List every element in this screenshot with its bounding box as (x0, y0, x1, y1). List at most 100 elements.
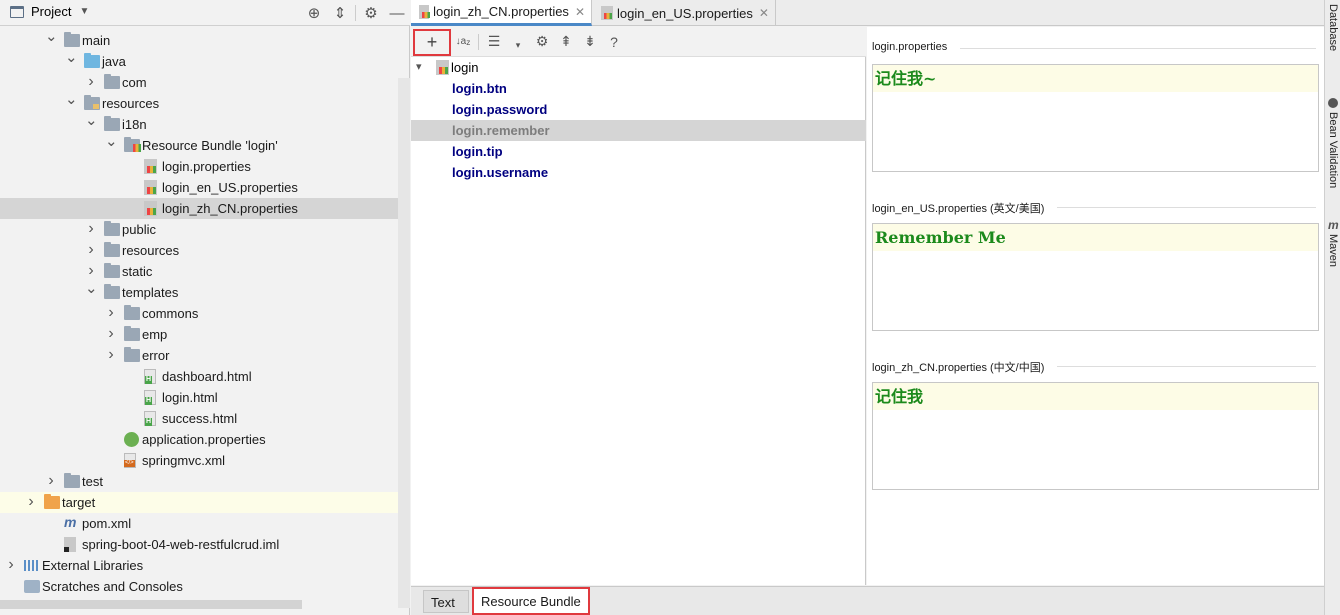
group-by-prefix-icon[interactable]: ☰ (482, 31, 506, 53)
tree-item[interactable]: login.properties (0, 156, 398, 177)
tree-item[interactable]: login_zh_CN.properties (0, 198, 398, 219)
database-tool-tab[interactable]: Database (1327, 4, 1339, 51)
bundle-root[interactable]: ▾ login (411, 57, 866, 78)
tree-item-label: Scratches and Consoles (42, 579, 183, 594)
project-tree: ⌄ main ⌄ java › com ⌄ resources ⌄ i18n ⌄ Resource B… (0, 29, 410, 605)
dropdown-arrow-icon[interactable]: ▾ (506, 31, 530, 53)
add-property-button[interactable]: + (413, 29, 451, 56)
tree-item[interactable]: › com (0, 72, 398, 93)
tab-text[interactable]: Text (423, 590, 469, 613)
libraries-icon (24, 560, 40, 571)
tree-item[interactable]: › target (0, 492, 410, 513)
project-view-selector[interactable]: Project ▼ (10, 4, 89, 19)
bean-validation-tool-tab[interactable]: Bean Validation (1327, 112, 1339, 188)
chevron-down-icon[interactable]: ⌄ (65, 50, 78, 72)
iml-file-icon (64, 537, 76, 552)
tree-item-label: External Libraries (42, 558, 144, 573)
xml-file-icon (124, 453, 136, 468)
tree-item[interactable]: ⌄ Resource Bundle 'login' (0, 134, 398, 156)
vertical-scrollbar[interactable] (398, 78, 410, 608)
chevron-down-icon[interactable]: ⌄ (105, 134, 118, 156)
folder-icon (124, 305, 140, 320)
chevron-right-icon[interactable]: › (105, 324, 117, 345)
horizontal-scrollbar[interactable] (0, 600, 302, 609)
tree-item[interactable]: login.html (0, 387, 398, 408)
tree-item[interactable]: › emp (0, 324, 398, 345)
chevron-right-icon[interactable]: › (85, 261, 97, 282)
tree-item-label: resources (122, 243, 180, 258)
collapse-all-icon[interactable]: ⇟ (578, 31, 602, 53)
chevron-down-icon[interactable]: ⌄ (85, 113, 98, 135)
tree-item[interactable]: › error (0, 345, 398, 366)
value-editor-en-us[interactable]: Remember Me (872, 223, 1319, 331)
chevron-right-icon[interactable]: › (85, 72, 97, 93)
close-icon[interactable]: ✕ (575, 5, 585, 19)
resources-folder-icon (84, 95, 100, 110)
chevron-right-icon[interactable]: › (5, 555, 17, 576)
property-key-row[interactable]: login.tip (411, 141, 866, 162)
tree-item-label: success.html (162, 411, 238, 426)
tree-item[interactable]: dashboard.html (0, 366, 398, 387)
tree-item[interactable]: › public (0, 219, 398, 240)
tree-item[interactable]: ⌄ java (0, 50, 398, 72)
tree-item[interactable]: springmvc.xml (0, 450, 398, 471)
property-key-row[interactable]: login.username (411, 162, 866, 183)
gear-icon[interactable]: ⚙ (530, 31, 554, 53)
tree-item-label: Resource Bundle 'login' (142, 138, 278, 153)
property-key: login.tip (452, 144, 503, 159)
tree-item[interactable]: success.html (0, 408, 398, 429)
sort-alphabetically-icon[interactable]: ↓a z (451, 31, 475, 53)
chevron-right-icon[interactable]: › (105, 303, 117, 324)
tree-item[interactable]: › test (0, 471, 398, 492)
scratches-icon (24, 580, 40, 593)
chevron-right-icon[interactable]: › (105, 345, 117, 366)
property-key-row-selected[interactable]: login.remember (411, 120, 866, 141)
collapse-all-icon[interactable]: ⇕ (327, 3, 353, 23)
tree-item[interactable]: login_en_US.properties (0, 177, 398, 198)
chevron-right-icon[interactable]: › (45, 471, 57, 492)
tree-item[interactable]: › resources (0, 240, 398, 261)
tree-item[interactable]: ⌄ i18n (0, 113, 398, 135)
tree-item[interactable]: ⌄ templates (0, 281, 398, 303)
chevron-right-icon[interactable]: › (85, 240, 97, 261)
chevron-down-icon[interactable]: ⌄ (85, 281, 98, 303)
property-key: login.remember (452, 123, 550, 138)
hide-panel-icon[interactable]: — (384, 3, 410, 23)
tree-item[interactable]: ⌄ resources (0, 92, 398, 114)
tree-item-label: resources (102, 96, 160, 111)
value-editor-default[interactable]: 记住我~ (872, 64, 1319, 172)
tree-item-label: error (142, 348, 170, 363)
tree-item[interactable]: m pom.xml (0, 513, 398, 534)
tree-item[interactable]: application.properties (0, 429, 398, 450)
tree-item-label: application.properties (142, 432, 266, 447)
tab-login-zh-cn[interactable]: login_zh_CN.properties ✕ (411, 0, 592, 26)
tab-resource-bundle[interactable]: Resource Bundle (472, 587, 590, 615)
tree-item-label: java (102, 54, 126, 69)
tree-item[interactable]: › commons (0, 303, 398, 324)
tab-login-en-us[interactable]: login_en_US.properties ✕ (593, 0, 776, 26)
bundle-toolbar: + ↓a z ☰ ▾ ⚙ ⇞ ⇟ ? (411, 27, 866, 57)
tree-item[interactable]: › External Libraries (0, 555, 398, 576)
tab-label: login_en_US.properties (617, 5, 753, 21)
chevron-down-icon[interactable]: ⌄ (65, 92, 78, 114)
chevron-right-icon[interactable]: › (25, 492, 37, 513)
chevron-right-icon[interactable]: › (85, 219, 97, 240)
tree-item[interactable]: spring-boot-04-web-restfulcrud.iml (0, 534, 398, 555)
property-key-row[interactable]: login.btn (411, 78, 866, 99)
tree-item[interactable]: › static (0, 261, 398, 282)
maven-tool-tab[interactable]: Maven (1327, 234, 1339, 267)
chevron-down-icon[interactable]: ⌄ (45, 29, 58, 51)
value-editor-zh-cn[interactable]: 记住我 (872, 382, 1319, 490)
tree-item[interactable]: ⌄ main (0, 29, 398, 51)
close-icon[interactable]: ✕ (759, 6, 769, 20)
tree-item-label: dashboard.html (162, 369, 252, 384)
project-title: Project (31, 4, 72, 19)
tree-item[interactable]: Scratches and Consoles (0, 576, 398, 597)
expand-all-icon[interactable]: ⇞ (554, 31, 578, 53)
resource-bundle-icon (124, 137, 141, 152)
locate-target-icon[interactable]: ⊕ (301, 3, 327, 23)
gear-icon[interactable]: ⚙ (358, 3, 384, 23)
folder-icon (64, 473, 80, 488)
property-key-row[interactable]: login.password (411, 99, 866, 120)
help-icon[interactable]: ? (602, 31, 626, 53)
